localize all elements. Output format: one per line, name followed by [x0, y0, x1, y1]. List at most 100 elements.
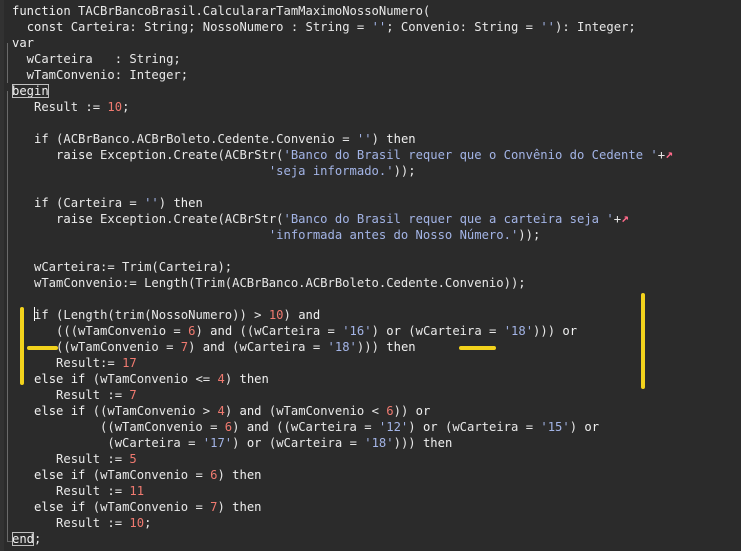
keyword-token: and [202, 340, 225, 354]
code-line[interactable]: wTamConvenio: Integer; [12, 67, 741, 83]
code-token: wTamConvenio: Integer; [12, 68, 189, 82]
number-literal: 7 [180, 340, 189, 354]
code-line[interactable]: Result := 5 [12, 451, 741, 467]
code-token: (wCarteira = [12, 436, 203, 450]
string-literal: '18' [327, 340, 357, 354]
keyword-token: then [239, 372, 269, 386]
keyword-token: end [12, 532, 35, 546]
code-line[interactable]: if (ACBrBanco.ACBrBoleto.Cedente.Conveni… [12, 131, 741, 147]
code-line[interactable] [12, 243, 741, 259]
code-token: ((wTamConvenio = [12, 420, 225, 434]
string-literal: '18' [503, 324, 534, 338]
code-token: (wTamConvenio < [261, 404, 387, 418]
code-token: ) [232, 436, 247, 450]
number-literal: 5 [129, 452, 137, 466]
keyword-token: var [12, 36, 35, 50]
code-line[interactable]: Result:= 17 [12, 355, 741, 371]
code-line[interactable]: else if (wTamConvenio = 6) then [12, 467, 741, 483]
string-literal: '17' [202, 436, 233, 450]
code-token: ) [224, 372, 240, 386]
code-line[interactable]: wCarteira : String; [12, 51, 741, 67]
code-token: ) [371, 324, 387, 338]
number-literal: 6 [386, 404, 394, 418]
code-token: ) [158, 196, 174, 210]
code-token: ) [217, 500, 233, 514]
keyword-token: const [26, 20, 64, 34]
keyword-token: then [386, 132, 416, 146]
code-token: (wTamConvenio = [85, 468, 211, 482]
code-token: ((wCarteira = [268, 420, 379, 434]
code-area[interactable]: function TACBrBancoBrasil.CalculararTamM… [12, 3, 741, 547]
code-token: wCarteira:= Trim(Carteira); [12, 260, 233, 274]
keyword-token: or [422, 420, 438, 434]
code-token: ) [224, 404, 240, 418]
code-line[interactable]: (wCarteira = '17') or (wCarteira = '18')… [12, 435, 741, 451]
code-line[interactable] [12, 291, 741, 307]
keyword-token: and [210, 324, 233, 338]
code-line[interactable]: Result := 11 [12, 483, 741, 499]
code-token: Result := [12, 484, 130, 498]
code-token: TACBrBancoBrasil.CalculararTamMaximoNoss… [70, 4, 431, 18]
code-line[interactable]: const Carteira: String; NossoNumero : St… [12, 19, 741, 35]
code-line[interactable]: else if (wTamConvenio <= 4) then [12, 371, 741, 387]
code-line[interactable]: wTamConvenio:= Length(Trim(ACBrBanco.ACB… [12, 275, 741, 291]
number-literal: 4 [217, 372, 225, 386]
code-line[interactable]: begin [12, 83, 741, 99]
code-token: ((wCarteira = [232, 324, 343, 338]
code-token: ; [122, 100, 130, 114]
highlight-marker-underline-left [27, 346, 58, 350]
code-token: ))) [533, 324, 563, 338]
number-literal: 4 [217, 404, 225, 418]
line-wrap-icon: ↗ [665, 147, 673, 162]
code-line[interactable]: if (Carteira = '') then [12, 195, 741, 211]
code-line[interactable]: var [12, 35, 741, 51]
code-token: + [657, 148, 666, 162]
string-literal: 'Banco do Brasil requer que a carteira s… [283, 212, 614, 226]
string-literal: 'seja informado.' [268, 164, 394, 178]
keyword-token: if [34, 132, 49, 146]
code-line[interactable]: function TACBrBancoBrasil.CalculararTamM… [12, 3, 741, 19]
code-token: ) [195, 324, 211, 338]
code-line[interactable] [12, 179, 741, 195]
code-line[interactable] [12, 115, 741, 131]
code-line[interactable]: ((wTamConvenio = 7) and (wCarteira = '18… [12, 339, 741, 355]
number-literal: 10 [129, 516, 145, 530]
string-literal: '16' [342, 324, 372, 338]
code-line[interactable]: else if ((wTamConvenio > 4) and (wTamCon… [12, 403, 741, 419]
keyword-token: raise [56, 212, 93, 226]
code-editor[interactable]: function TACBrBancoBrasil.CalculararTamM… [0, 0, 741, 551]
code-token: ) [569, 420, 585, 434]
string-literal: '' [540, 20, 556, 34]
code-line[interactable]: Result := 10; [12, 515, 741, 531]
keyword-token: begin [12, 84, 49, 98]
keyword-token: if [34, 308, 49, 322]
code-token: ))) [393, 436, 423, 450]
string-literal: 'informada antes do Nosso Número.' [268, 228, 519, 242]
code-line[interactable]: end; [12, 531, 741, 547]
code-line[interactable]: if (Length(trim(NossoNumero)) > 10) and [12, 307, 741, 323]
code-line[interactable]: Result := 7 [12, 387, 741, 403]
code-line[interactable]: raise Exception.Create(ACBrStr('Banco do… [12, 211, 741, 227]
code-line[interactable]: else if (wTamConvenio = 7) then [12, 499, 741, 515]
number-literal: 11 [129, 484, 145, 498]
number-literal: 10 [107, 100, 123, 114]
code-token: ) [408, 420, 423, 434]
code-line[interactable]: ((wTamConvenio = 6) and ((wCarteira = '1… [12, 419, 741, 435]
code-token: ) [371, 132, 387, 146]
code-line[interactable]: raise Exception.Create(ACBrStr('Banco do… [12, 147, 741, 163]
code-token: wTamConvenio:= Length(Trim(ACBrBanco.ACB… [12, 276, 526, 290]
string-literal: '' [144, 196, 159, 210]
code-line[interactable]: 'informada antes do Nosso Número.')); [12, 227, 741, 243]
code-line[interactable]: (((wTamConvenio = 6) and ((wCarteira = '… [12, 323, 741, 339]
code-token: (Carteira = [48, 196, 145, 210]
code-line[interactable]: 'seja informado.')); [12, 163, 741, 179]
code-token: (ACBrBanco.ACBrBoleto.Cedente.Convenio = [48, 132, 357, 146]
keyword-token: and [298, 308, 321, 322]
code-line[interactable]: Result := 10; [12, 99, 741, 115]
code-line[interactable]: wCarteira:= Trim(Carteira); [12, 259, 741, 275]
